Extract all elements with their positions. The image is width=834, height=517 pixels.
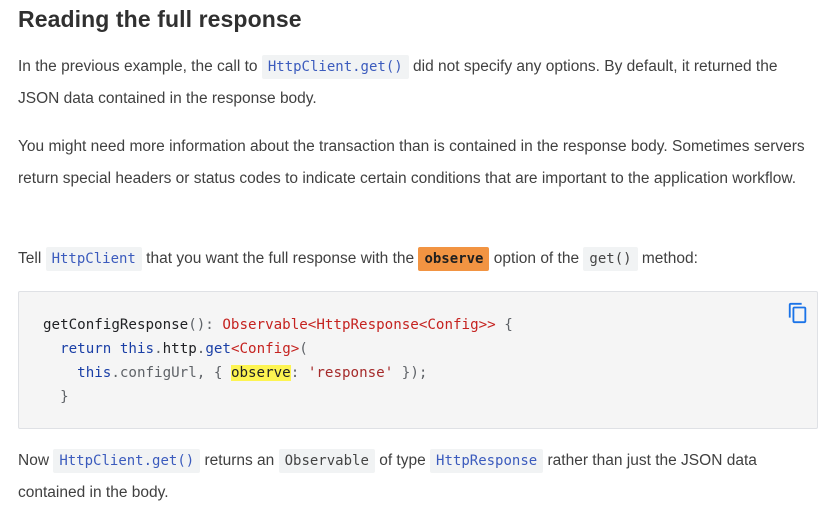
code-token: this [119, 341, 155, 357]
paragraph-text: that you want the full response with the [141, 250, 419, 267]
code-token: <Config> [230, 341, 300, 357]
inline-code-httpclient-get: HttpClient.get() [53, 449, 201, 473]
code-token: }); [393, 365, 428, 381]
code-token: (): [188, 317, 223, 333]
paragraph-text: method: [637, 250, 698, 267]
paragraph-tell-httpclient: Tell HttpClient that you want the full r… [18, 243, 818, 275]
code-token: http [162, 341, 197, 357]
code-token: Observable<HttpResponse<Config>> [222, 317, 496, 333]
code-token: . [154, 341, 163, 357]
copy-code-button[interactable] [787, 301, 809, 325]
code-token: 'response' [307, 365, 394, 381]
code-token: this [77, 365, 112, 381]
paragraph-text: returns an [200, 452, 279, 469]
paragraph-text: of type [374, 452, 431, 469]
inline-code-httpclient: HttpClient [45, 247, 142, 271]
inline-code-httpclient-get: HttpClient.get() [261, 55, 409, 79]
code-token: return [60, 341, 112, 357]
copy-icon [788, 302, 807, 324]
section-heading: Reading the full response [18, 6, 302, 32]
paragraph-text: Tell [18, 250, 46, 267]
paragraph-now-returns: Now HttpClient.get() returns an Observab… [18, 445, 818, 509]
code-token: } [60, 389, 69, 405]
inline-code-httpresponse: HttpResponse [430, 449, 544, 473]
code-token-highlighted: observe [230, 365, 291, 381]
paragraph-more-info: You might need more information about th… [18, 138, 805, 187]
code-token: { [495, 317, 513, 333]
inline-code-observe-highlighted: observe [418, 247, 490, 271]
code-content: getConfigResponse(): Observable<HttpResp… [43, 313, 513, 409]
paragraph-text: In the previous example, the call to [18, 58, 262, 75]
code-token: get [205, 341, 231, 357]
code-token: ( [299, 341, 308, 357]
paragraph-text: option of the [489, 250, 584, 267]
code-token: getConfigResponse [43, 317, 189, 333]
paragraph-text: Now [18, 452, 54, 469]
code-block: getConfigResponse(): Observable<HttpResp… [18, 291, 818, 429]
inline-code-observable: Observable [278, 449, 375, 473]
inline-code-get: get() [583, 247, 638, 271]
paragraph-intro: In the previous example, the call to Htt… [18, 51, 818, 115]
code-token: .configUrl, { [111, 365, 231, 381]
code-token: : [290, 365, 308, 381]
